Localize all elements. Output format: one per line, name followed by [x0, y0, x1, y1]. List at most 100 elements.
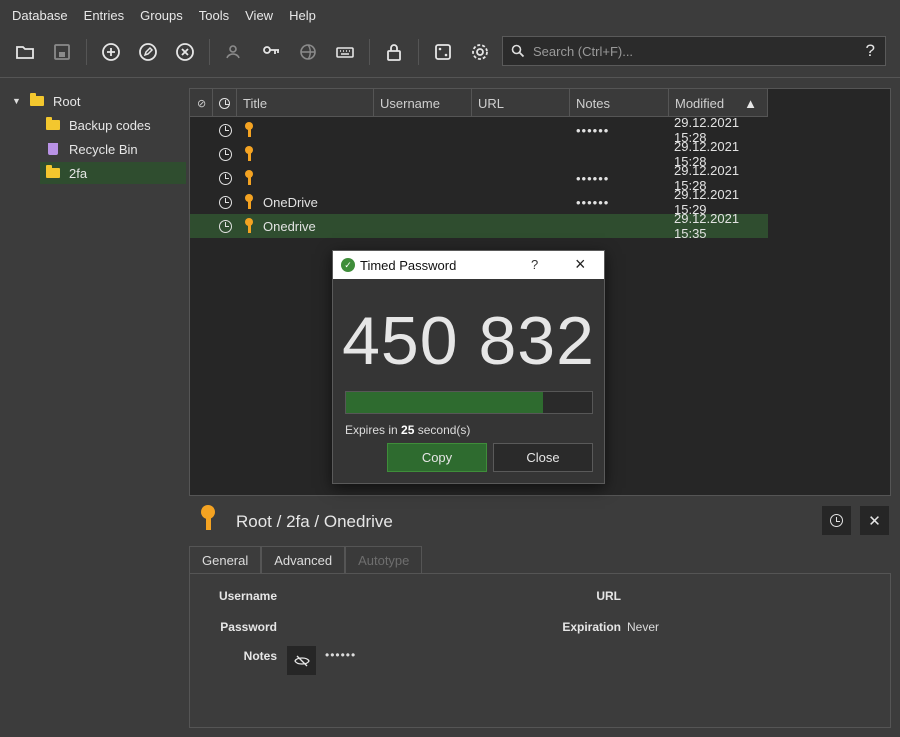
expires-suffix: second(s) [414, 423, 471, 437]
totp-clock-icon [219, 171, 232, 185]
copy-password-icon[interactable] [256, 37, 286, 67]
key-icon [244, 218, 254, 234]
tree-item-2fa[interactable]: 2fa [40, 162, 186, 184]
paperclip-icon: ⊘ [197, 97, 207, 110]
search-input[interactable] [533, 43, 843, 59]
close-icon: ✕ [868, 512, 881, 530]
dialog-close-icon[interactable]: × [575, 254, 586, 275]
clock-icon [219, 97, 230, 109]
search-help-button[interactable]: ? [866, 41, 875, 61]
folder-icon [30, 93, 44, 106]
totp-clock-icon [219, 123, 232, 137]
folder-icon [46, 117, 60, 130]
copy-button[interactable]: Copy [387, 443, 487, 472]
password-label: Password [220, 620, 277, 634]
row-title: Onedrive [263, 218, 316, 234]
toolbar: ? [0, 32, 900, 72]
entry-key-icon [200, 505, 216, 531]
dialog-title: Timed Password [360, 257, 457, 273]
totp-clock-icon [219, 219, 232, 233]
autotype-keyboard-icon[interactable] [330, 37, 360, 67]
details-tabs: General Advanced Autotype [189, 546, 423, 574]
column-totp[interactable] [213, 89, 237, 117]
key-icon [244, 146, 254, 162]
expand-arrow-icon[interactable]: ▼ [12, 96, 22, 106]
table-header: ⊘ Title Username URL Notes Modified ▲ [190, 89, 768, 117]
row-modified: 29.12.2021 15:35 [674, 211, 740, 241]
tree-item-label: Backup codes [69, 117, 151, 133]
tree-item-backup-codes[interactable]: Backup codes [46, 114, 182, 136]
menu-help[interactable]: Help [281, 8, 324, 23]
expires-prefix: Expires in [345, 423, 402, 437]
column-modified[interactable]: Modified ▲ [669, 89, 768, 117]
delete-entry-icon[interactable] [170, 37, 200, 67]
expiry-progress-bar [345, 391, 593, 414]
save-database-icon[interactable] [47, 37, 77, 67]
group-tree: ▼ Root Backup codes Recycle Bin 2fa [0, 88, 186, 488]
column-username[interactable]: Username [374, 89, 472, 117]
menu-view[interactable]: View [237, 8, 281, 23]
tree-item-root[interactable]: ▼ Root [12, 90, 182, 112]
totp-history-button[interactable] [822, 506, 851, 535]
url-label: URL [596, 589, 621, 603]
settings-gear-icon[interactable] [465, 37, 495, 67]
search-box: ? [502, 36, 886, 66]
open-url-icon[interactable] [293, 37, 323, 67]
expires-seconds: 25 [401, 423, 415, 437]
sort-ascending-icon: ▲ [744, 95, 758, 111]
row-notes: •••••• [576, 194, 610, 210]
menu-groups[interactable]: Groups [132, 8, 191, 23]
tab-advanced[interactable]: Advanced [261, 546, 346, 574]
toolbar-separator [369, 39, 370, 65]
tree-item-recycle-bin[interactable]: Recycle Bin [46, 138, 182, 160]
key-icon [244, 122, 254, 138]
open-database-icon[interactable] [10, 37, 40, 67]
entry-path: Root / 2fa / Onedrive [236, 512, 393, 531]
folder-icon [46, 165, 60, 178]
menu-database[interactable]: Database [4, 8, 76, 23]
table-row-selected[interactable]: Onedrive 29.12.2021 15:35 [190, 211, 768, 241]
dialog-title-bar: ✓ Timed Password ? × [333, 251, 604, 279]
row-title: OneDrive [263, 194, 318, 210]
toolbar-separator [418, 39, 419, 65]
add-entry-icon[interactable] [96, 37, 126, 67]
tree-item-label: Recycle Bin [69, 141, 138, 157]
menu-bar: Database Entries Groups Tools View Help [0, 0, 900, 30]
expires-text: Expires in 25 second(s) [345, 423, 470, 437]
close-button[interactable]: Close [493, 443, 593, 472]
row-notes: •••••• [576, 122, 610, 138]
toolbar-separator [209, 39, 210, 65]
column-attachment[interactable]: ⊘ [190, 89, 213, 117]
toolbar-divider [0, 77, 900, 78]
dialog-help-button[interactable]: ? [531, 257, 538, 272]
tree-item-label: Root [53, 93, 81, 109]
notes-label: Notes [243, 649, 277, 663]
row-notes: •••••• [576, 170, 610, 186]
recycle-bin-icon [48, 143, 58, 155]
column-modified-label: Modified [675, 95, 725, 111]
menu-entries[interactable]: Entries [76, 8, 132, 23]
column-notes[interactable]: Notes [570, 89, 669, 117]
tab-general[interactable]: General [189, 546, 262, 574]
search-icon [503, 44, 533, 58]
password-generator-icon[interactable] [428, 37, 458, 67]
column-url[interactable]: URL [472, 89, 570, 117]
lock-database-icon[interactable] [379, 37, 409, 67]
copy-username-icon[interactable] [219, 37, 249, 67]
menu-tools[interactable]: Tools [191, 8, 237, 23]
key-icon [244, 194, 254, 210]
notes-value: •••••• [325, 648, 357, 662]
totp-code: 450 832 [342, 303, 595, 379]
eye-slash-icon [293, 655, 310, 666]
column-title[interactable]: Title [237, 89, 374, 117]
totp-clock-icon [219, 147, 232, 161]
clock-icon [830, 514, 843, 527]
timed-password-dialog: ✓ Timed Password ? × 450 832 Expires in … [332, 250, 605, 484]
toggle-notes-visibility-button[interactable] [287, 646, 316, 675]
tree-item-label: 2fa [69, 165, 88, 181]
app-logo-icon: ✓ [341, 258, 355, 272]
edit-entry-icon[interactable] [133, 37, 163, 67]
close-details-button[interactable]: ✕ [860, 506, 889, 535]
toolbar-separator [86, 39, 87, 65]
username-label: Username [218, 589, 277, 603]
